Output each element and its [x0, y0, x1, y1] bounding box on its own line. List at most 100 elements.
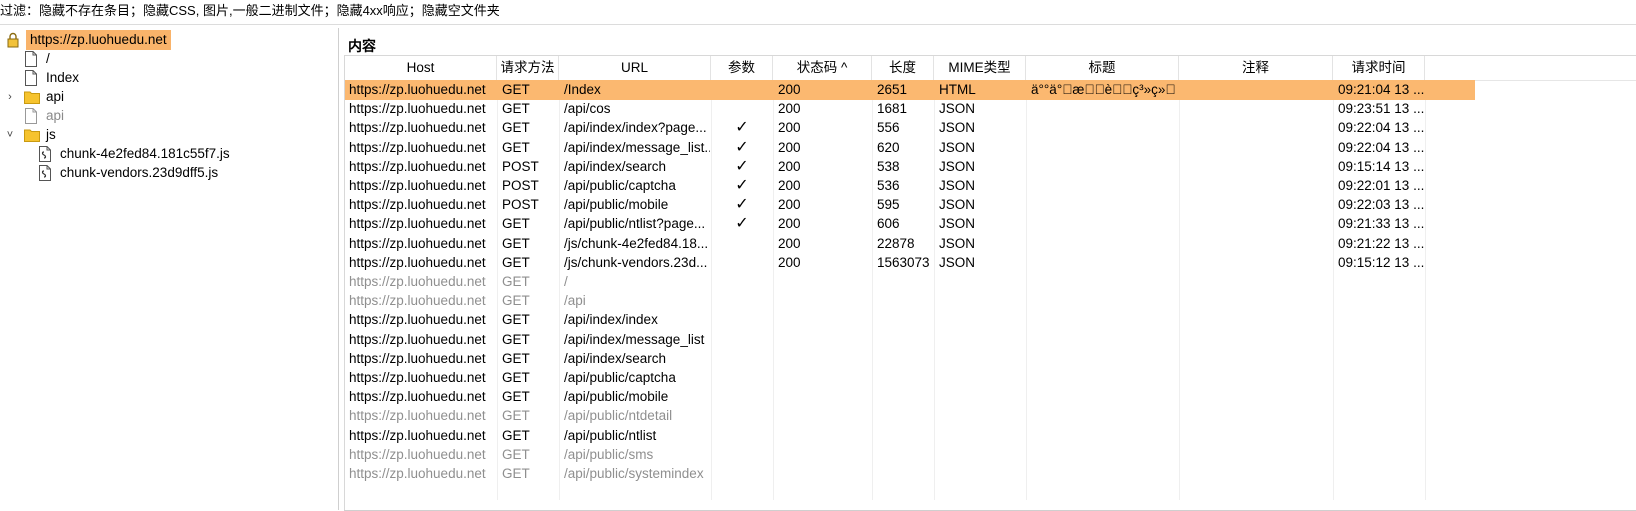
cell-time: 09:22:03 13 ... [1338, 197, 1424, 213]
column-header-host[interactable]: Host [345, 56, 497, 80]
tree-item-label: / [46, 51, 50, 66]
tree-item[interactable]: ˅ js [4, 125, 324, 145]
table-row[interactable]: https://zp.luohuedu.net GET/api/index/sea… [345, 349, 1475, 369]
cell-comment [1184, 291, 1330, 311]
table-row[interactable]: https://zp.luohuedu.net GET/api [345, 291, 1475, 311]
file-icon [25, 70, 37, 86]
cell-status [778, 291, 870, 311]
table-row[interactable]: https://zp.luohuedu.net GET/api/public/nt… [345, 426, 1475, 446]
cell-params: ✓ [735, 177, 749, 194]
table-row[interactable]: https://zp.luohuedu.net GET/js/chunk-vend… [345, 253, 1475, 273]
table-row[interactable]: https://zp.luohuedu.net GET/api/index/mes… [345, 138, 1475, 158]
cell-mime [939, 387, 1025, 407]
cell-length [877, 349, 933, 369]
cell-status: 200 [778, 254, 801, 270]
table-row[interactable]: https://zp.luohuedu.net GET/api/public/ca… [345, 368, 1475, 388]
column-header-params[interactable]: 参数 [711, 56, 773, 80]
cell-host: https://zp.luohuedu.net [349, 408, 486, 424]
cell-length [877, 464, 933, 484]
table-row[interactable]: https://zp.luohuedu.net GET/Index 200 2651 H… [345, 80, 1475, 100]
table-row[interactable]: https://zp.luohuedu.net GET / [345, 272, 1475, 292]
cell-length [877, 368, 933, 388]
table-header: Host 请求方法 URL 参数 状态码 ^ 长度 MIME类型 标题 注释 请… [345, 56, 1636, 81]
column-header-status[interactable]: 状态码 ^ [773, 56, 872, 80]
column-header-url[interactable]: URL [559, 56, 711, 80]
tree-root-item[interactable]: https://zp.luohuedu.net [6, 30, 326, 50]
table-row[interactable]: https://zp.luohuedu.net GET/api/public/nt… [345, 214, 1475, 234]
tree-item-label: api [46, 108, 65, 123]
table-row[interactable]: https://zp.luohuedu.net GET/api/cos 200 168… [345, 99, 1475, 119]
table-row[interactable]: https://zp.luohuedu.net GET/api/public/nt… [345, 406, 1475, 426]
cell-params: ✓ [735, 138, 749, 156]
column-header-comment[interactable]: 注释 [1179, 56, 1333, 80]
cell-method: GET [502, 254, 530, 270]
cell-title [1031, 368, 1177, 388]
cell-url: /api/public/captcha [564, 370, 676, 385]
cell-time [1338, 291, 1424, 311]
cell-host: https://zp.luohuedu.net [349, 197, 486, 213]
request-table[interactable]: Host 请求方法 URL 参数 状态码 ^ 长度 MIME类型 标题 注释 请… [344, 55, 1636, 511]
table-row[interactable]: https://zp.luohuedu.net POST/api/index/se… [345, 157, 1475, 177]
column-header-time[interactable]: 请求时间 [1333, 56, 1425, 80]
cell-host: https://zp.luohuedu.net [349, 82, 486, 97]
file-icon [25, 51, 37, 67]
cell-length: 538 [877, 158, 900, 174]
table-row[interactable]: https://zp.luohuedu.net GET/api/index/ind… [345, 118, 1475, 138]
filter-bar[interactable]: 过滤：隐藏不存在条目；隐藏CSS, 图片,一般二进制文件；隐藏4xx响应；隐藏空… [0, 0, 1636, 25]
script-file-icon [39, 165, 51, 181]
site-map-tree: https://zp.luohuedu.net / Index › api ap… [0, 28, 339, 510]
cell-title [1031, 253, 1177, 273]
column-header-method[interactable]: 请求方法 [497, 56, 559, 80]
chevron-down-icon[interactable]: ˅ [4, 125, 16, 145]
table-row[interactable]: https://zp.luohuedu.net POST/api/public/c… [345, 176, 1475, 196]
cell-host: https://zp.luohuedu.net [349, 158, 486, 174]
cell-params [711, 234, 773, 254]
cell-title [1031, 330, 1177, 350]
table-row[interactable]: https://zp.luohuedu.net GET/api/public/mo… [345, 387, 1475, 407]
script-file-icon [39, 146, 51, 162]
cell-host: https://zp.luohuedu.net [349, 178, 486, 193]
cell-title [1031, 291, 1177, 311]
tree-item[interactable]: api [24, 106, 324, 126]
cell-host: https://zp.luohuedu.net [349, 370, 486, 385]
cell-length [877, 406, 933, 426]
column-header-title[interactable]: 标题 [1026, 56, 1179, 80]
table-row[interactable]: https://zp.luohuedu.net POST/api/public/m… [345, 195, 1475, 215]
cell-comment [1184, 118, 1330, 138]
chevron-right-icon[interactable]: › [4, 87, 16, 107]
cell-comment [1184, 80, 1330, 100]
table-row[interactable]: https://zp.luohuedu.net GET/api/index/mes… [345, 330, 1475, 350]
cell-status: 200 [778, 235, 801, 251]
cell-title [1031, 464, 1177, 484]
cell-time [1338, 330, 1424, 350]
tree-item[interactable]: Index [24, 68, 324, 88]
tree-item[interactable]: › api [4, 87, 324, 107]
tree-item[interactable]: chunk-4e2fed84.181c55f7.js [38, 144, 328, 164]
cell-mime: JSON [939, 120, 976, 136]
table-row[interactable]: https://zp.luohuedu.net GET/js/chunk-4e2f… [345, 234, 1475, 254]
cell-host: https://zp.luohuedu.net [349, 101, 486, 117]
tree-item[interactable]: chunk-vendors.23d9dff5.js [38, 163, 328, 183]
table-row[interactable]: https://zp.luohuedu.net GET/api/public/sm… [345, 445, 1475, 465]
filter-text[interactable]: 过滤：隐藏不存在条目；隐藏CSS, 图片,一般二进制文件；隐藏4xx响应；隐藏空… [0, 3, 500, 18]
cell-mime [939, 310, 1025, 330]
cell-url: /api/public/ntdetail [564, 408, 673, 424]
cell-host: https://zp.luohuedu.net [349, 312, 486, 328]
cell-comment [1184, 349, 1330, 369]
cell-title [1031, 426, 1177, 446]
table-row[interactable]: https://zp.luohuedu.net GET/api/index/ind… [345, 310, 1475, 330]
lock-icon [7, 32, 19, 48]
table-row[interactable]: https://zp.luohuedu.net GET/api/public/sy… [345, 464, 1475, 484]
column-header-length[interactable]: 长度 [872, 56, 934, 80]
cell-time [1338, 349, 1424, 369]
cell-status [778, 464, 870, 484]
cell-params: ✓ [735, 196, 749, 214]
tree-item[interactable]: / [24, 49, 324, 69]
column-header-mime[interactable]: MIME类型 [934, 56, 1026, 80]
cell-title [1031, 157, 1177, 177]
cell-status [778, 349, 870, 369]
tree-item-label: js [46, 127, 56, 142]
cell-host: https://zp.luohuedu.net [349, 274, 486, 289]
cell-mime: JSON [939, 197, 976, 213]
cell-time [1338, 426, 1424, 446]
